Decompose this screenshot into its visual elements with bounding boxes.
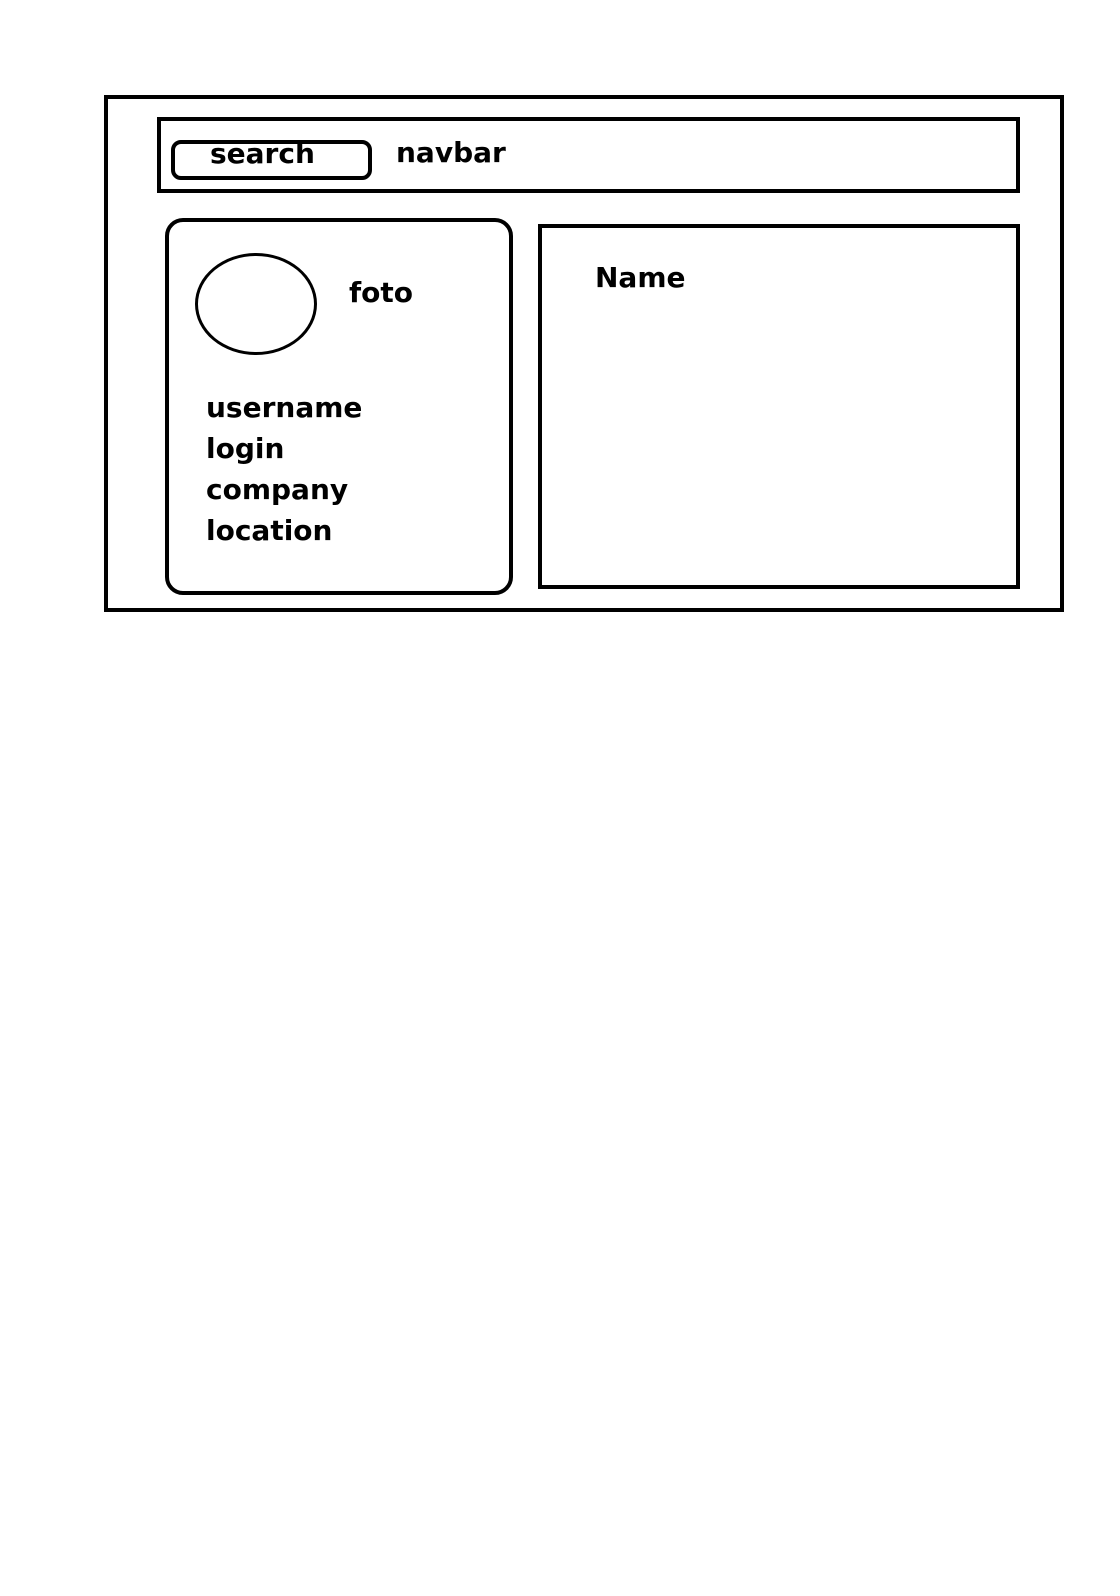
search-label: search: [210, 137, 315, 170]
company-field: company: [206, 473, 349, 506]
navbar-title: navbar: [396, 136, 506, 169]
login-field: login: [206, 432, 285, 465]
profile-info-list: username login company location: [206, 387, 362, 551]
location-field: location: [206, 514, 333, 547]
username-field: username: [206, 391, 363, 424]
name-label: Name: [595, 261, 686, 294]
avatar: [195, 253, 317, 355]
photo-label: foto: [349, 276, 414, 309]
